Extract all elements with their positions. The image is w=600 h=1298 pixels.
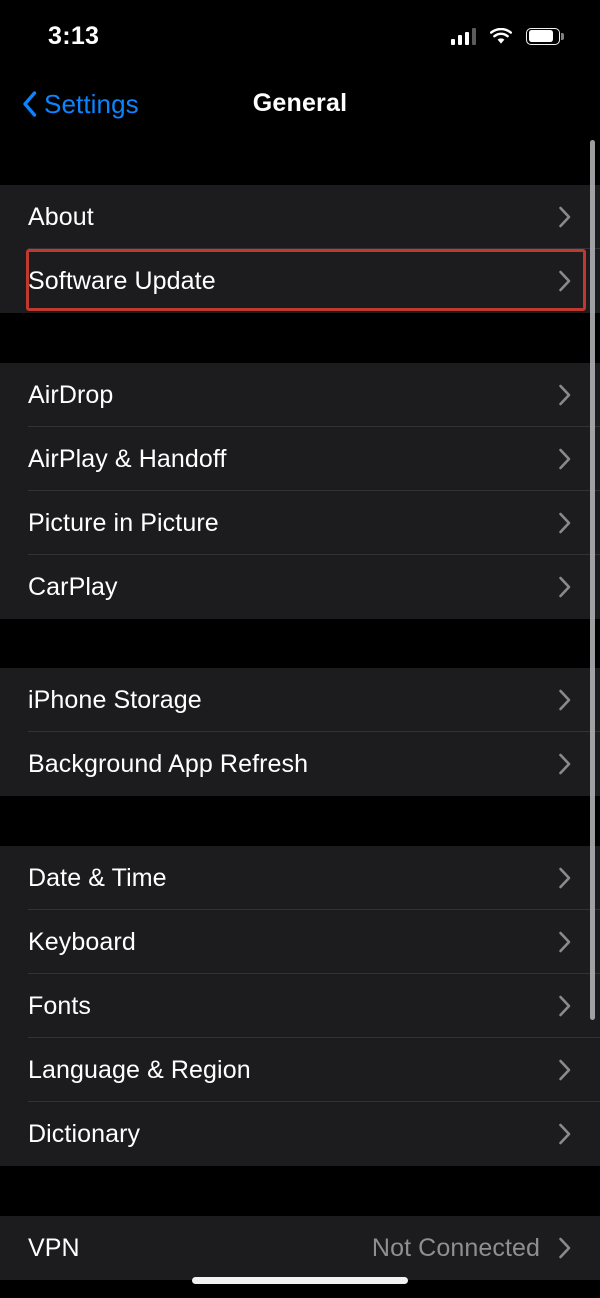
status-bar-indicators: [450, 27, 564, 45]
chevron-right-icon: [554, 270, 576, 292]
row-label: Date & Time: [28, 863, 167, 892]
settings-group-group-storage: iPhone Storage Background App Refresh: [0, 668, 600, 796]
back-button[interactable]: Settings: [14, 72, 147, 135]
section-gap: [0, 796, 600, 846]
row-label: Keyboard: [28, 927, 136, 956]
settings-group-group-localization: Date & Time Keyboard Fonts Language & Regio…: [0, 846, 600, 1166]
settings-row-fonts[interactable]: Fonts: [0, 974, 600, 1038]
settings-row-language-region[interactable]: Language & Region: [0, 1038, 600, 1102]
settings-row-keyboard[interactable]: Keyboard: [0, 910, 600, 974]
chevron-right-icon: [554, 753, 576, 775]
chevron-right-icon: [554, 1237, 576, 1259]
chevron-right-icon: [554, 206, 576, 228]
cellular-signal-icon: [450, 27, 476, 45]
row-label: Software Update: [28, 266, 216, 295]
navigation-bar: General Settings: [0, 72, 600, 135]
row-label: Language & Region: [28, 1055, 251, 1084]
row-value: Not Connected: [371, 1233, 540, 1262]
settings-group-group-network: VPN Not Connected: [0, 1216, 600, 1280]
settings-group-group-connectivity: AirDrop AirPlay & Handoff Picture in Pictu…: [0, 363, 600, 619]
settings-row-date-time[interactable]: Date & Time: [0, 846, 600, 910]
chevron-right-icon: [554, 1123, 576, 1145]
chevron-right-icon: [554, 995, 576, 1017]
wifi-icon: [489, 27, 513, 45]
chevron-right-icon: [554, 689, 576, 711]
chevron-right-icon: [554, 1059, 576, 1081]
row-label: Picture in Picture: [28, 508, 219, 537]
settings-row-picture-in-picture[interactable]: Picture in Picture: [0, 491, 600, 555]
settings-row-airdrop[interactable]: AirDrop: [0, 363, 600, 427]
chevron-right-icon: [554, 576, 576, 598]
section-gap: [0, 313, 600, 363]
row-label: VPN: [28, 1233, 80, 1262]
section-gap: [0, 619, 600, 668]
chevron-right-icon: [554, 512, 576, 534]
status-bar: 3:13: [0, 0, 600, 72]
row-label: Fonts: [28, 991, 92, 1020]
row-label: Dictionary: [28, 1119, 141, 1148]
chevron-right-icon: [554, 867, 576, 889]
settings-row-airplay-handoff[interactable]: AirPlay & Handoff: [0, 427, 600, 491]
settings-row-software-update[interactable]: Software Update: [0, 249, 600, 313]
row-label: iPhone Storage: [28, 685, 202, 714]
row-label: About: [28, 202, 94, 231]
row-label: Background App Refresh: [28, 749, 309, 778]
settings-list[interactable]: About Software Update AirDrop AirPlay & Han…: [0, 135, 600, 1298]
status-bar-time: 3:13: [48, 21, 100, 50]
settings-row-background-app-refresh[interactable]: Background App Refresh: [0, 732, 600, 796]
battery-icon: [526, 27, 564, 45]
iphone-screen: 3:13 General Settings About Software Upd…: [0, 0, 600, 1298]
section-gap: [0, 135, 600, 185]
settings-row-iphone-storage[interactable]: iPhone Storage: [0, 668, 600, 732]
vertical-scrollbar[interactable]: [590, 140, 595, 1020]
settings-row-dictionary[interactable]: Dictionary: [0, 1102, 600, 1166]
chevron-right-icon: [554, 448, 576, 470]
settings-row-about[interactable]: About: [0, 185, 600, 249]
row-label: CarPlay: [28, 572, 118, 601]
settings-row-vpn[interactable]: VPN Not Connected: [0, 1216, 600, 1280]
home-indicator[interactable]: [192, 1277, 408, 1284]
settings-row-carplay[interactable]: CarPlay: [0, 555, 600, 619]
chevron-left-icon: [23, 90, 37, 117]
chevron-right-icon: [554, 931, 576, 953]
row-label: AirDrop: [28, 380, 114, 409]
back-button-label: Settings: [44, 88, 139, 119]
settings-group-group-info: About Software Update: [0, 185, 600, 313]
chevron-right-icon: [554, 384, 576, 406]
row-label: AirPlay & Handoff: [28, 444, 227, 473]
section-gap: [0, 1166, 600, 1216]
